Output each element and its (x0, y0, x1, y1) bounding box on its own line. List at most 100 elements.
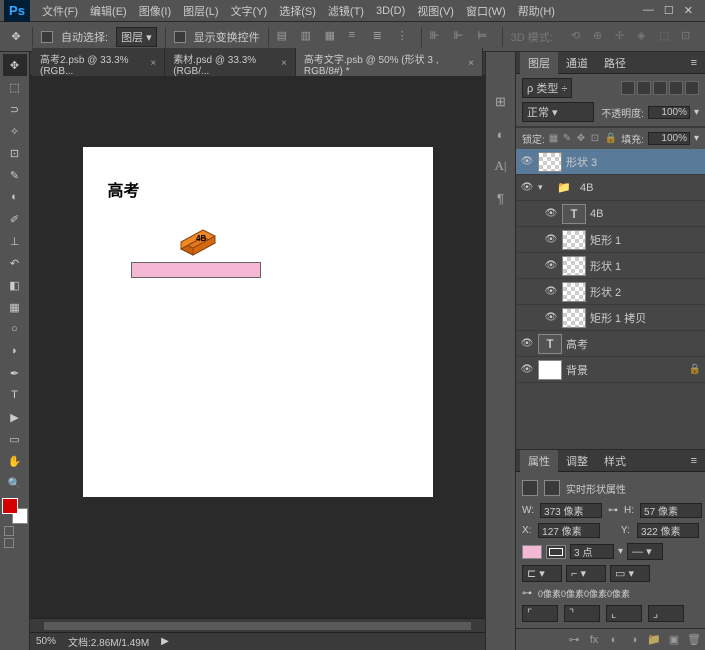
canvas[interactable]: 高考 4B (83, 147, 433, 497)
color-panel-icon[interactable]: ◐ (491, 124, 511, 144)
layer-thumb[interactable] (562, 230, 586, 250)
align-icon-3[interactable]: ▦ (325, 29, 341, 45)
dropdown-icon[interactable]: ▾ (618, 546, 623, 557)
gradient-tool[interactable]: ▦ (3, 296, 27, 318)
character-panel-icon[interactable]: A| (491, 156, 511, 176)
visibility-icon[interactable]: 👁 (520, 363, 534, 377)
layer-thumb[interactable] (538, 360, 562, 380)
filter-adjust-icon[interactable] (637, 81, 651, 95)
dropdown-icon[interactable]: ▾ (694, 133, 699, 144)
zoom-level[interactable]: 50% (36, 636, 56, 647)
layer-rect1[interactable]: 👁 矩形 1 (516, 227, 705, 253)
layer-text-gaokao[interactable]: 👁 T 高考 (516, 331, 705, 357)
visibility-icon[interactable]: 👁 (544, 259, 558, 273)
y-input[interactable] (637, 523, 699, 538)
fill-input[interactable]: 100% (648, 132, 690, 145)
align-icon-2[interactable]: ▥ (301, 29, 317, 45)
eraser-tool[interactable]: ◧ (3, 274, 27, 296)
close-button[interactable]: ✕ (684, 4, 693, 17)
fill-swatch[interactable] (522, 545, 542, 559)
close-icon[interactable]: × (468, 58, 474, 69)
marquee-tool[interactable]: ⬚ (3, 76, 27, 98)
visibility-icon[interactable]: 👁 (520, 181, 534, 195)
visibility-icon[interactable]: 👁 (544, 285, 558, 299)
filter-smart-icon[interactable] (685, 81, 699, 95)
opacity-input[interactable]: 100% (648, 106, 690, 119)
visibility-icon[interactable]: 👁 (520, 155, 534, 169)
lasso-tool[interactable]: ⊃ (3, 98, 27, 120)
quick-mask-toggle[interactable] (4, 526, 14, 536)
menu-layer[interactable]: 图层(L) (177, 3, 224, 19)
maximize-button[interactable]: ☐ (664, 4, 674, 17)
trash-icon[interactable]: 🗑 (687, 633, 701, 647)
move-tool[interactable]: ✥ (3, 54, 27, 76)
filter-kind-select[interactable]: ρ 类型 ÷ (522, 78, 572, 98)
tab-doc-2[interactable]: 素材.psd @ 33.3%(RGB/...× (165, 48, 296, 80)
visibility-icon[interactable]: 👁 (520, 337, 534, 351)
cap-select[interactable]: ⊏ ▾ (522, 565, 562, 582)
filter-pixel-icon[interactable] (621, 81, 635, 95)
type-tool[interactable]: T (3, 384, 27, 406)
fx-icon[interactable]: fx (587, 633, 601, 647)
layer-text-4b[interactable]: 👁 T 4B (516, 201, 705, 227)
history-panel-icon[interactable]: ⊞ (491, 92, 511, 112)
lock-icon[interactable]: 🔒 (689, 364, 701, 375)
link-corners-icon[interactable]: ⊶ (522, 588, 532, 599)
lock-pixels-icon[interactable]: ✎ (563, 133, 575, 145)
layer-name[interactable]: 高考 (566, 336, 701, 352)
tab-layers[interactable]: 图层 (520, 52, 558, 74)
layer-thumb[interactable] (562, 282, 586, 302)
layer-name[interactable]: 4B (590, 208, 701, 220)
align-select[interactable]: ▭ ▾ (610, 565, 650, 582)
foreground-color[interactable] (2, 498, 18, 514)
tab-adjustments[interactable]: 调整 (558, 450, 596, 472)
color-swatches[interactable] (2, 498, 28, 524)
group-icon[interactable]: 📁 (647, 633, 661, 647)
stamp-tool[interactable]: ⊥ (3, 230, 27, 252)
history-brush-tool[interactable]: ↶ (3, 252, 27, 274)
hand-tool[interactable]: ✋ (3, 450, 27, 472)
corner-br[interactable]: ⌟ (648, 605, 684, 622)
pen-tool[interactable]: ✒ (3, 362, 27, 384)
dropdown-icon[interactable]: ▾ (694, 107, 699, 118)
layer-name[interactable]: 矩形 1 (590, 232, 701, 248)
panel-menu-icon[interactable]: ≡ (687, 455, 701, 467)
healing-tool[interactable]: ◐ (3, 186, 27, 208)
menu-help[interactable]: 帮助(H) (512, 3, 561, 19)
layer-thumb[interactable] (538, 152, 562, 172)
layer-shape2[interactable]: 👁 形状 2 (516, 279, 705, 305)
menu-3d[interactable]: 3D(D) (370, 5, 411, 17)
eyedropper-tool[interactable]: ✎ (3, 164, 27, 186)
align-icon-6[interactable]: ⋮ (397, 29, 413, 45)
tab-paths[interactable]: 路径 (596, 52, 634, 74)
link-wh-icon[interactable]: ⊶ (608, 505, 618, 516)
layer-name[interactable]: 背景 (566, 362, 685, 378)
blur-tool[interactable]: ○ (3, 318, 27, 340)
layer-name[interactable]: 矩形 1 拷贝 (590, 310, 701, 326)
menu-select[interactable]: 选择(S) (273, 3, 322, 19)
corner-tr[interactable]: ⌝ (564, 605, 600, 622)
new-layer-icon[interactable]: ▣ (667, 633, 681, 647)
tab-channels[interactable]: 通道 (558, 52, 596, 74)
horizontal-scrollbar[interactable] (30, 618, 485, 632)
lock-transparent-icon[interactable]: ▦ (549, 133, 561, 145)
screen-mode-toggle[interactable] (4, 538, 14, 548)
link-layers-icon[interactable]: ⊶ (567, 633, 581, 647)
layer-background[interactable]: 👁 背景 🔒 (516, 357, 705, 383)
adjustment-icon[interactable]: ◑ (627, 633, 641, 647)
canvas-area[interactable]: 高考 4B (30, 76, 485, 618)
filter-type-icon[interactable] (653, 81, 667, 95)
tab-doc-1[interactable]: 高考2.psb @ 33.3%(RGB...× (32, 48, 165, 80)
x-input[interactable] (538, 523, 600, 538)
panel-menu-icon[interactable]: ≡ (687, 57, 701, 69)
height-input[interactable] (640, 503, 702, 518)
close-icon[interactable]: × (150, 58, 156, 69)
corner-select[interactable]: ⌐ ▾ (566, 565, 606, 582)
lock-artboard-icon[interactable]: ⊡ (591, 133, 603, 145)
status-arrow-icon[interactable]: ▶ (161, 636, 169, 647)
stroke-style-select[interactable]: — ▾ (627, 543, 663, 560)
brush-tool[interactable]: ✐ (3, 208, 27, 230)
filter-shape-icon[interactable] (669, 81, 683, 95)
shape-tool[interactable]: ▭ (3, 428, 27, 450)
path-select-tool[interactable]: ▶ (3, 406, 27, 428)
